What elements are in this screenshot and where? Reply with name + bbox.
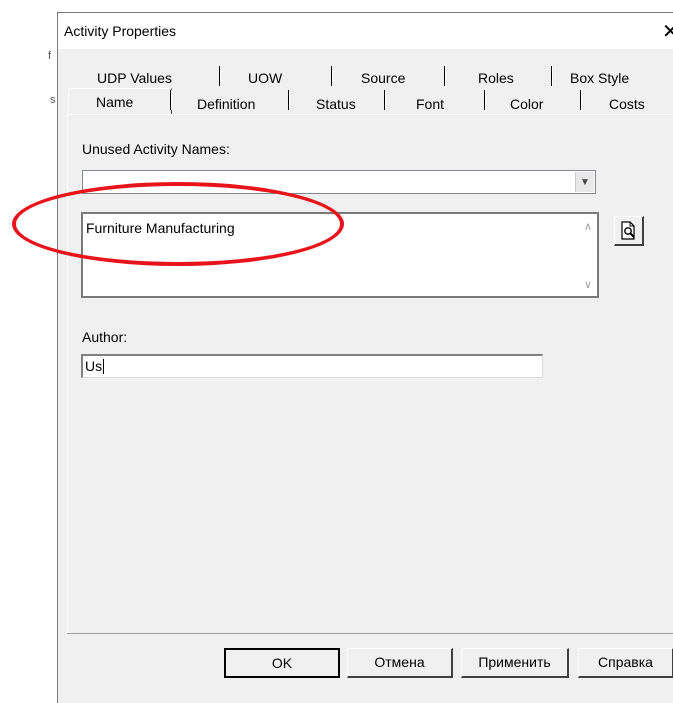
author-label: Author: [82, 329, 128, 345]
author-value: Us [85, 358, 103, 374]
tab-separator [331, 66, 332, 86]
tab-separator [384, 90, 385, 110]
activity-name-textarea[interactable]: Furniture Manufacturing ∧ ∨ [81, 212, 599, 298]
unused-activity-names-combo[interactable]: ▼ [82, 170, 596, 194]
activity-name-text: Furniture Manufacturing [86, 220, 235, 236]
apply-button[interactable]: Применить [461, 648, 569, 678]
tab-udp-values[interactable]: UDP Values [97, 68, 172, 88]
tab-status[interactable]: Status [316, 94, 356, 114]
tab-separator [444, 66, 445, 86]
tab-separator [170, 90, 171, 110]
tab-separator [551, 66, 552, 86]
tab-costs[interactable]: Costs [609, 94, 645, 114]
tab-roles[interactable]: Roles [478, 68, 514, 88]
tab-separator [484, 90, 485, 110]
tab-definition[interactable]: Definition [197, 94, 255, 114]
vertical-scrollbar[interactable]: ∧ ∨ [579, 214, 597, 296]
preview-button[interactable] [614, 216, 644, 246]
scroll-down-icon[interactable]: ∨ [579, 276, 597, 294]
tab-separator [219, 66, 220, 86]
title-bar: Activity Properties ✕ [58, 13, 673, 49]
tab-separator [288, 90, 289, 110]
tab-uow[interactable]: UOW [248, 68, 282, 88]
ok-button[interactable]: OK [224, 648, 340, 678]
cancel-button[interactable]: Отмена [347, 648, 453, 678]
help-button[interactable]: Справка [578, 648, 673, 678]
dropdown-arrow-icon[interactable]: ▼ [575, 172, 594, 192]
tab-panel-border [68, 114, 673, 115]
document-magnifier-icon [620, 220, 635, 240]
text-caret [103, 359, 105, 374]
tab-font[interactable]: Font [416, 94, 444, 114]
background-mark: s [50, 94, 56, 106]
tab-panel-border [67, 633, 673, 634]
tab-separator [580, 90, 581, 110]
scroll-up-icon[interactable]: ∧ [579, 218, 597, 236]
author-field[interactable]: Us [81, 354, 543, 378]
tab-color[interactable]: Color [510, 94, 543, 114]
tab-name[interactable]: Name [96, 92, 133, 112]
window-title: Activity Properties [64, 23, 177, 39]
close-icon[interactable]: ✕ [662, 19, 673, 43]
tab-source[interactable]: Source [361, 68, 405, 88]
unused-activity-names-label: Unused Activity Names: [82, 141, 230, 157]
tab-panel-border [67, 114, 68, 634]
tab-box-style[interactable]: Box Style [570, 68, 629, 88]
background-mark: f [48, 50, 52, 62]
